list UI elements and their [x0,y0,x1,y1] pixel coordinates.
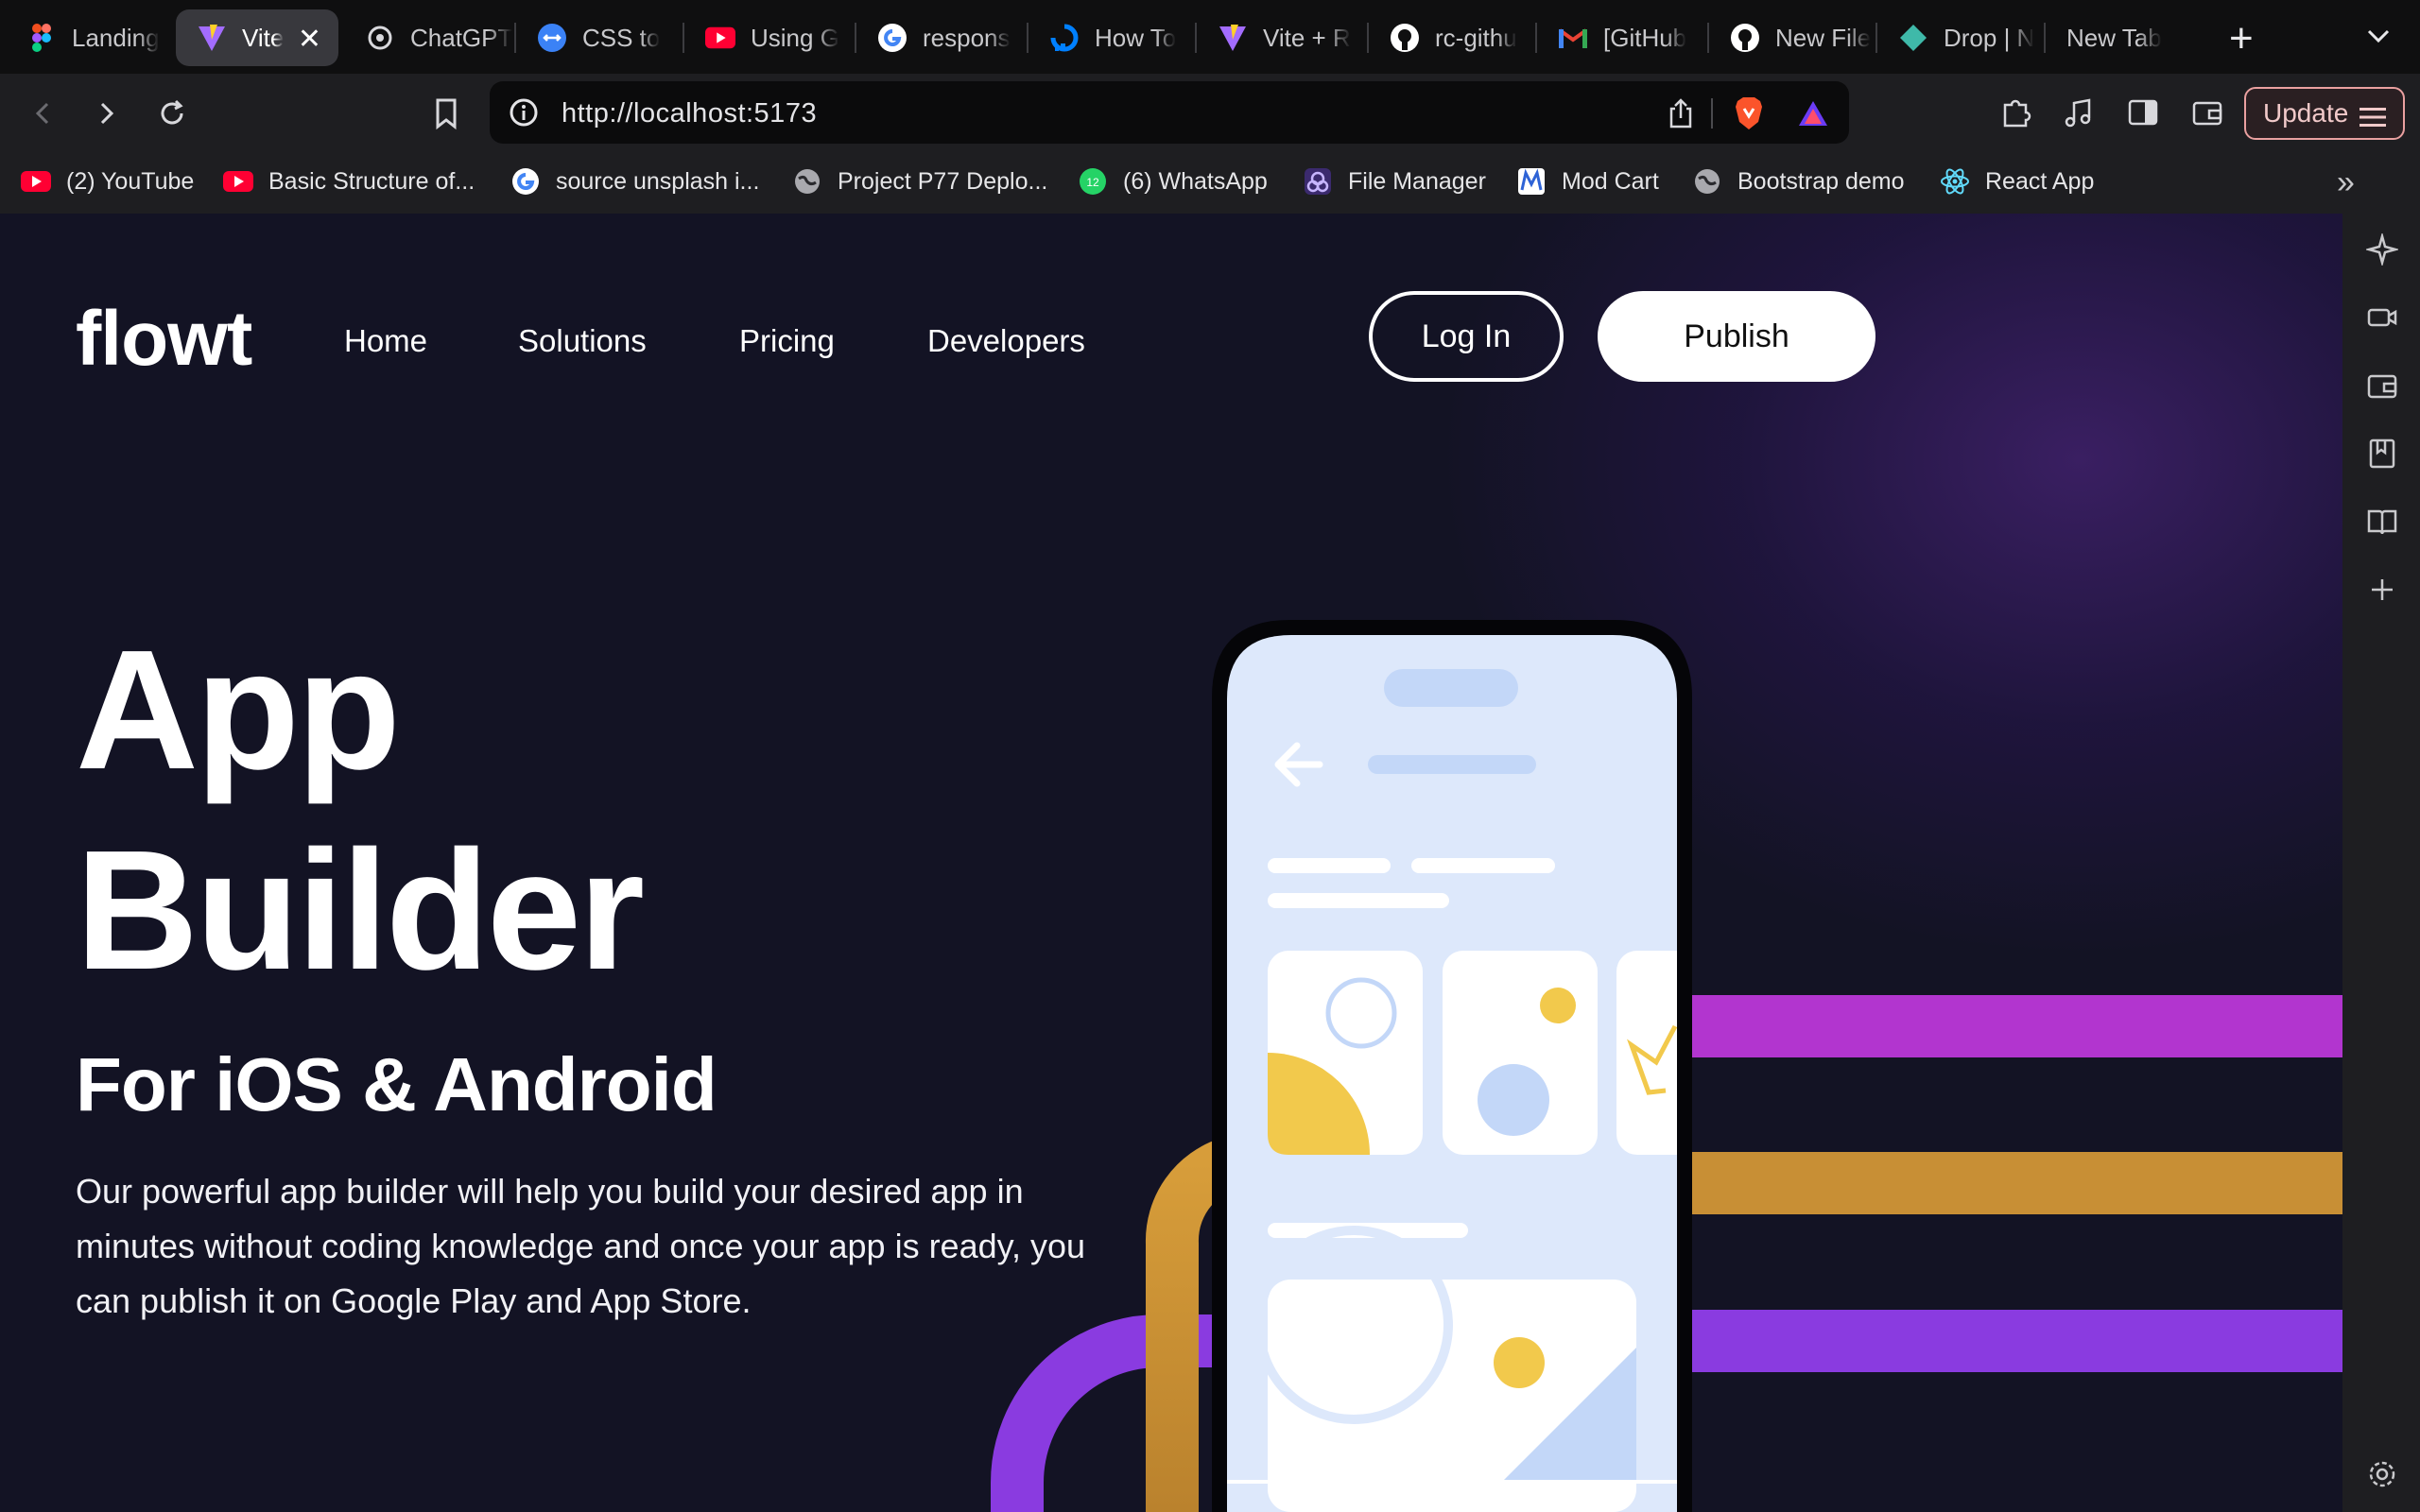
phone-notch [1384,669,1518,707]
bookmark-youtube[interactable]: (2) YouTube [21,164,194,198]
more-bookmarks-chevron-icon[interactable]: » [2337,164,2355,201]
bookmark-mod-cart[interactable]: Mod Cart [1516,164,1659,198]
gmail-icon [1558,23,1588,53]
add-panel-plus-icon[interactable] [2365,573,2399,607]
update-button[interactable]: Update [2244,87,2405,140]
site-info-icon[interactable] [509,97,539,128]
bookmark-whatsapp[interactable]: 12 (6) WhatsApp [1078,164,1268,198]
forward-icon[interactable] [83,91,129,136]
tab-drop[interactable]: Drop | N [1877,9,2044,66]
bookmark-react-app[interactable]: React App [1940,164,2094,198]
youtube-icon [223,166,253,197]
react-icon [1940,166,1970,197]
close-tab-icon[interactable]: ✕ [298,23,321,56]
tab-css[interactable]: CSS to [516,9,683,66]
new-tab-plus-icon[interactable]: + [2229,15,2254,62]
drop-icon [1898,23,1928,53]
phone-mockup-illustration [1212,620,1692,1512]
bookmarks-bar: (2) YouTube Basic Structure of... source… [0,151,2420,214]
tab-respons[interactable]: respons [856,9,1027,66]
tab-new-tab[interactable]: New Tab [2046,9,2216,66]
github-icon [1390,23,1420,53]
vite-icon [1218,23,1248,53]
digitalocean-icon [1049,23,1080,53]
bookmark-file-manager[interactable]: File Manager [1303,164,1486,198]
tab-chatgpt[interactable]: ChatGPT [344,9,514,66]
svg-text:12: 12 [1086,176,1099,189]
address-bar[interactable]: http://localhost:5173 [490,81,1849,144]
talk-video-icon[interactable] [2365,301,2399,335]
bookmark-project-p77[interactable]: Project P77 Deplo... [792,164,1047,198]
sidebar-toggle-icon[interactable] [2123,93,2163,132]
media-music-icon[interactable] [2059,93,2099,132]
leo-ai-sparkle-icon[interactable] [2365,232,2399,266]
bookmark-bootstrap-demo[interactable]: Bootstrap demo [1692,164,1905,198]
tab-landing[interactable]: Landing [6,9,172,66]
figma-icon [26,23,57,53]
bookmark-basic-structure[interactable]: Basic Structure of... [223,164,475,198]
wallet-icon[interactable] [2187,93,2227,132]
google-icon [877,23,908,53]
globe-icon [792,166,822,197]
share-icon[interactable] [1662,94,1700,132]
browser-toolbar: http://localhost:5173 Update [0,74,2420,151]
tab-github-gmail[interactable]: [GitHub [1537,9,1707,66]
chatgpt-icon [365,23,395,53]
tab-vite-active[interactable]: Vite ✕ [176,9,338,66]
bookmark-icon[interactable] [424,91,469,136]
settings-gear-icon[interactable] [2365,1457,2399,1491]
url-text[interactable]: http://localhost:5173 [562,98,817,129]
tab-new-file[interactable]: New File [1709,9,1876,66]
github-icon [1730,23,1760,53]
back-icon[interactable] [21,91,66,136]
bookmarks-panel-icon[interactable] [2365,437,2399,471]
wallet-icon[interactable] [2365,369,2399,403]
globe-icon [1692,166,1722,197]
tab-rc-github[interactable]: rc-githu [1369,9,1535,66]
whatsapp-icon: 12 [1078,166,1108,197]
reload-icon[interactable] [149,91,195,136]
extensions-icon[interactable] [1996,93,2036,132]
tab-using-g[interactable]: Using G [684,9,855,66]
brave-shields-icon[interactable] [1730,94,1768,132]
brave-rewards-icon[interactable] [1794,94,1832,132]
file-manager-icon [1303,166,1333,197]
youtube-icon [21,166,51,197]
tab-list-chevron-icon[interactable] [2361,19,2395,53]
css-icon [537,23,567,53]
browser-side-panel [2342,214,2420,1512]
header-placeholder-bar [1368,755,1536,774]
menu-lines-icon [2360,104,2386,127]
modcart-icon [1516,166,1547,197]
webpage-viewport: flowt Home Solutions Pricing Developers … [0,214,2342,1512]
youtube-icon [705,23,735,53]
tab-how-to[interactable]: How To [1028,9,1195,66]
vite-icon [197,23,227,53]
bookmark-source-unsplash[interactable]: source unsplash i... [510,164,759,198]
google-icon [510,166,541,197]
browser-tab-bar: Landing Vite ✕ ChatGPT CSS to Using G re… [0,0,2420,74]
reading-list-icon[interactable] [2365,505,2399,539]
tab-vite-react[interactable]: Vite + R [1197,9,1367,66]
